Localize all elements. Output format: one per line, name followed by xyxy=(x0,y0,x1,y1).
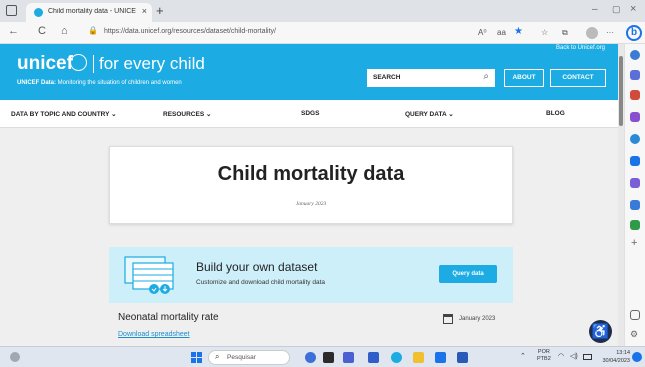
main-navigation: DATA BY TOPIC AND COUNTRY ⌄ RESOURCES ⌄ … xyxy=(0,100,618,128)
url-text[interactable]: https://data.unicef.org/resources/datase… xyxy=(104,28,276,35)
windows-start-icon[interactable] xyxy=(191,352,202,363)
collections-icon[interactable]: ⧉ xyxy=(562,28,568,38)
sidebar-layout-icon[interactable] xyxy=(630,310,640,320)
tray-keyboard-layout: PTB2 xyxy=(537,356,551,362)
scrollbar-thumb[interactable] xyxy=(619,56,623,126)
clock-date: 30/04/2023 xyxy=(602,358,630,364)
clock-time: 13:14 xyxy=(616,350,630,356)
sidebar-microsoft365-icon[interactable] xyxy=(630,134,640,144)
tab-actions-icon[interactable] xyxy=(6,5,17,16)
weather-widget-icon[interactable] xyxy=(10,352,20,362)
sidebar-drop-icon[interactable] xyxy=(630,200,640,210)
edge-sidebar: + ⚙ xyxy=(624,44,645,346)
more-menu-icon[interactable]: ··· xyxy=(606,28,614,37)
taskbar-chat-icon[interactable] xyxy=(343,352,354,363)
window-minimize-button[interactable]: – xyxy=(592,4,598,15)
windows-taskbar: ⌕ Pesquisar ⌃ POR PTB2 ◠ ◁) 13:14 30/04/… xyxy=(0,346,645,367)
dataset-banner-title: Build your own dataset xyxy=(196,260,318,274)
sidebar-outlook-icon[interactable] xyxy=(630,156,640,166)
taskbar-app-icon[interactable] xyxy=(368,352,379,363)
home-button[interactable]: ⌂ xyxy=(61,25,68,37)
query-data-button[interactable]: Query data xyxy=(439,265,497,283)
contact-button[interactable]: CONTACT xyxy=(550,69,606,87)
dataset-illustration-icon xyxy=(124,256,174,294)
taskbar-search-placeholder: Pesquisar xyxy=(227,354,256,361)
back-to-unicef-link[interactable]: Back to Unicef.org xyxy=(556,45,605,51)
window-maximize-button[interactable]: ▢ xyxy=(612,4,621,15)
tab-bar: Child mortality data - UNICEF D/ × + – ▢… xyxy=(0,0,645,22)
unicef-logo[interactable]: unicef xyxy=(17,53,73,75)
sidebar-shopping-icon[interactable] xyxy=(630,70,640,80)
address-bar: ← C ⌂ 🔒 https://data.unicef.org/resource… xyxy=(0,22,645,44)
accessibility-icon[interactable]: ♿ xyxy=(589,320,612,343)
nav-data-by-topic[interactable]: DATA BY TOPIC AND COUNTRY ⌄ xyxy=(11,110,117,118)
indicator-date: January 2023 xyxy=(459,316,496,322)
indicator-title: Neonatal mortality rate xyxy=(118,312,219,323)
publish-date: January 2023 xyxy=(295,201,327,207)
favorite-star-icon[interactable]: ★ xyxy=(514,26,523,37)
taskbar-copilot-icon[interactable] xyxy=(305,352,316,363)
volume-icon[interactable]: ◁) xyxy=(570,352,578,360)
sidebar-settings-icon[interactable]: ⚙ xyxy=(630,329,638,340)
tab-title: Child mortality data - UNICEF D/ xyxy=(48,8,136,15)
tray-language[interactable]: POR PTB2 xyxy=(537,349,551,363)
tray-language-code: POR xyxy=(537,349,550,355)
subline-bold: UNICEF Data: xyxy=(17,80,57,86)
wifi-icon[interactable]: ◠ xyxy=(558,352,564,360)
taskbar-search-icon: ⌕ xyxy=(215,352,220,361)
site-header: Back to Unicef.org unicef for every chil… xyxy=(0,44,618,100)
sidebar-search-icon[interactable] xyxy=(630,50,640,60)
immersive-reader-icon[interactable]: aa xyxy=(497,28,506,37)
tab-close-icon[interactable]: × xyxy=(142,6,147,16)
url-field[interactable]: 🔒 https://data.unicef.org/resources/data… xyxy=(84,25,474,41)
nav-sdgs[interactable]: SDGS xyxy=(301,110,319,117)
browser-tab[interactable]: Child mortality data - UNICEF D/ × xyxy=(26,3,152,22)
page-title: Child mortality data xyxy=(217,163,405,185)
header-subline: UNICEF Data: Monitoring the situation of… xyxy=(17,80,182,86)
unicef-emblem-icon xyxy=(70,54,87,71)
notification-icon[interactable] xyxy=(632,352,642,362)
download-spreadsheet-link[interactable]: Download spreadsheet xyxy=(118,331,190,338)
sidebar-tools-icon[interactable] xyxy=(630,90,640,100)
taskbar-file-explorer-icon[interactable] xyxy=(413,352,424,363)
new-tab-button[interactable]: + xyxy=(156,3,164,18)
profile-avatar[interactable] xyxy=(586,27,598,39)
nav-resources[interactable]: RESOURCES ⌄ xyxy=(163,110,211,118)
tab-favicon-icon xyxy=(34,8,43,17)
battery-icon[interactable] xyxy=(583,354,592,360)
sidebar-tree-icon[interactable] xyxy=(630,220,640,230)
taskbar-mail-icon[interactable] xyxy=(435,352,446,363)
taskbar-edge-icon[interactable] xyxy=(391,352,402,363)
lock-icon[interactable]: 🔒 xyxy=(88,26,98,35)
read-aloud-icon[interactable]: A⁰ xyxy=(478,28,487,37)
sidebar-add-icon[interactable]: + xyxy=(631,237,637,249)
build-dataset-banner: Build your own dataset Customize and dow… xyxy=(109,247,513,303)
refresh-button[interactable]: C xyxy=(38,25,46,37)
favorites-icon[interactable]: ☆ xyxy=(541,28,548,37)
search-input[interactable]: SEARCH ⌕ xyxy=(367,69,495,87)
taskbar-search-input[interactable]: ⌕ Pesquisar xyxy=(208,350,290,365)
taskbar-task-view-icon[interactable] xyxy=(323,352,334,363)
dataset-banner-subtitle: Customize and download child mortality d… xyxy=(196,279,325,286)
about-button[interactable]: ABOUT xyxy=(504,69,544,87)
window-close-button[interactable]: × xyxy=(630,3,636,15)
taskbar-store-icon[interactable] xyxy=(457,352,468,363)
nav-query-data[interactable]: QUERY DATA ⌄ xyxy=(405,110,454,118)
logo-divider xyxy=(93,55,94,73)
hero-card: Child mortality data January 2023 xyxy=(109,146,513,224)
subline-text: Monitoring the situation of children and… xyxy=(56,80,182,86)
sidebar-designer-icon[interactable] xyxy=(630,178,640,188)
back-button[interactable]: ← xyxy=(8,25,19,37)
sidebar-games-icon[interactable] xyxy=(630,112,640,122)
page-viewport: Back to Unicef.org unicef for every chil… xyxy=(0,44,618,346)
nav-blog[interactable]: BLOG xyxy=(546,110,565,117)
search-label: SEARCH xyxy=(373,74,401,81)
search-icon[interactable]: ⌕ xyxy=(483,71,489,82)
tray-clock[interactable]: 13:14 30/04/2023 xyxy=(598,349,630,365)
bing-copilot-icon[interactable]: b xyxy=(626,25,642,41)
tray-overflow-icon[interactable]: ⌃ xyxy=(520,352,526,360)
logo-tagline: for every child xyxy=(99,54,205,73)
calendar-icon xyxy=(443,314,453,324)
